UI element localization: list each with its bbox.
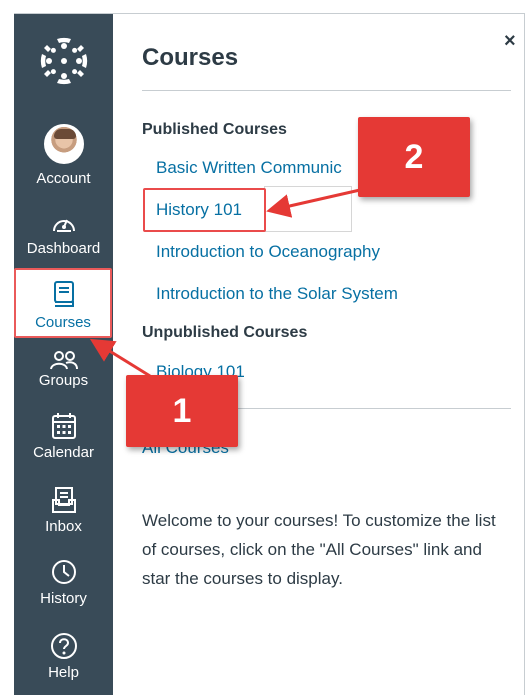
annotation-arrows xyxy=(89,188,361,378)
arrow-to-courses xyxy=(89,338,151,378)
arrow-to-history xyxy=(266,188,361,218)
